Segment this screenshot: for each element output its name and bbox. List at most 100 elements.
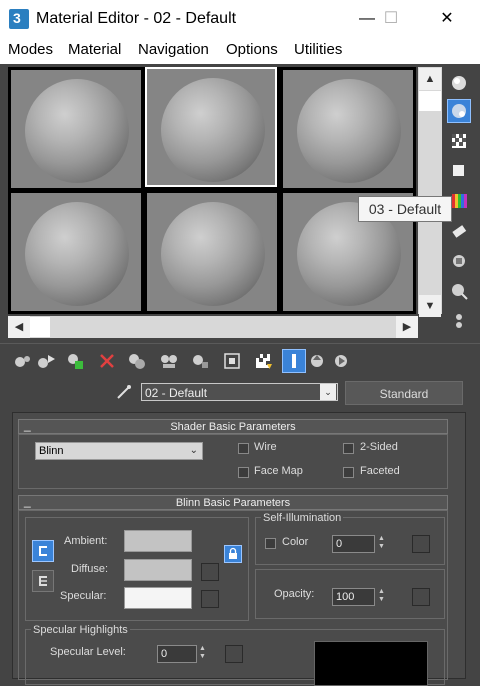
material-options-icon[interactable] — [448, 250, 470, 272]
scroll-thumb[interactable] — [419, 91, 441, 111]
diffuse-label: Diffuse: — [71, 563, 109, 575]
menu-bar: Modes Material Navigation Options Utilit… — [0, 38, 480, 64]
diffuse-color-swatch[interactable] — [124, 559, 192, 581]
sample-slot-4[interactable] — [10, 192, 142, 312]
assign-to-selection-icon[interactable] — [64, 350, 86, 372]
highlight-curve-graph — [314, 641, 428, 686]
opacity-value-field[interactable]: 100 — [332, 588, 375, 606]
put-to-library-icon[interactable] — [189, 350, 211, 372]
shader-basic-parameters-header[interactable]: _ Shader Basic Parameters — [18, 418, 448, 434]
sample-slot-3[interactable] — [282, 69, 414, 189]
maximize-button[interactable]: ☐ — [368, 6, 414, 32]
horizontal-scrollbar[interactable]: ◀ ▶ — [8, 316, 418, 338]
face-map-label: Face Map — [254, 465, 303, 477]
material-name-field[interactable]: 02 - Default — [141, 383, 338, 401]
face-map-checkbox[interactable] — [238, 467, 249, 478]
material-id-channel-icon[interactable] — [221, 350, 243, 372]
specular-highlights-title: Specular Highlights — [31, 624, 130, 636]
shader-dropdown[interactable]: Blinn ⌄ — [35, 442, 203, 460]
self-illum-map-button[interactable] — [412, 535, 430, 553]
wire-label: Wire — [254, 441, 277, 453]
two-sided-label: 2-Sided — [360, 441, 398, 453]
self-illum-spinner[interactable]: ▲ ▼ — [377, 535, 386, 553]
show-end-result-icon[interactable] — [282, 349, 306, 373]
material-sphere — [161, 78, 265, 182]
tooltip: 03 - Default — [358, 196, 452, 222]
self-illum-value-field[interactable]: 0 — [332, 535, 375, 553]
specular-level-label: Specular Level: — [50, 646, 126, 658]
faceted-label: Faceted — [360, 465, 400, 477]
specular-map-button[interactable] — [201, 590, 219, 608]
sample-slot-5[interactable] — [146, 192, 278, 312]
opacity-group: Opacity: 100 ▲ ▼ — [255, 569, 445, 619]
rollout-title: Shader Basic Parameters — [170, 421, 296, 433]
material-sphere — [25, 79, 129, 183]
material-map-navigator-icon[interactable] — [448, 310, 470, 332]
material-sphere — [297, 79, 401, 183]
ambient-color-swatch[interactable] — [124, 530, 192, 552]
go-forward-to-sibling-icon[interactable] — [330, 350, 352, 372]
color-label: Color — [282, 536, 309, 548]
specular-level-map-button[interactable] — [225, 645, 243, 663]
scroll-thumb-horizontal[interactable] — [30, 317, 50, 337]
reset-map-icon[interactable] — [96, 350, 118, 372]
ambient-label: Ambient: — [64, 535, 108, 547]
material-type-button[interactable]: Standard — [345, 381, 463, 405]
sample-slot-2[interactable] — [145, 67, 277, 187]
specular-color-swatch[interactable] — [124, 587, 192, 609]
copy-material-icon[interactable] — [126, 350, 148, 372]
put-to-scene-icon[interactable] — [35, 350, 57, 372]
scroll-down-arrow-icon[interactable]: ▼ — [419, 295, 441, 317]
wire-checkbox[interactable] — [238, 443, 249, 454]
make-unique-icon[interactable] — [158, 350, 180, 372]
lock-ambient-diffuse-icon[interactable] — [32, 540, 54, 562]
chevron-down-icon: ⌄ — [189, 445, 198, 456]
scroll-up-arrow-icon[interactable]: ▲ — [419, 68, 441, 90]
self-illum-color-checkbox[interactable] — [265, 538, 276, 549]
material-sphere — [161, 202, 265, 306]
show-map-in-viewport-icon[interactable] — [252, 350, 274, 372]
lock-diffuse-specular-icon[interactable] — [32, 570, 54, 592]
lock-icon[interactable] — [224, 545, 242, 563]
blinn-basic-parameters-rollout: Ambient: Diffuse: Specular: Self-Illumin… — [18, 510, 448, 686]
opacity-spinner[interactable]: ▲ ▼ — [377, 588, 386, 606]
self-illumination-group: Self-Illumination Color 0 ▲ ▼ — [255, 512, 445, 565]
title-bar: 3 Material Editor - 02 - Default — ☐ ✕ — [0, 0, 480, 38]
menu-material[interactable]: Material — [68, 41, 121, 58]
background-checker-icon[interactable] — [448, 130, 470, 152]
specular-level-spinner[interactable]: ▲ ▼ — [198, 645, 207, 663]
two-sided-checkbox[interactable] — [343, 443, 354, 454]
opacity-map-button[interactable] — [412, 588, 430, 606]
specular-level-field[interactable]: 0 — [157, 645, 197, 663]
scroll-left-arrow-icon[interactable]: ◀ — [8, 316, 30, 338]
scroll-right-arrow-icon[interactable]: ▶ — [396, 316, 418, 338]
shader-basic-parameters-rollout: Blinn ⌄ Wire 2-Sided Face Map Faceted — [18, 434, 448, 489]
sample-slots — [8, 67, 416, 314]
menu-utilities[interactable]: Utilities — [294, 41, 342, 58]
chevron-down-icon[interactable]: ⌄ — [320, 384, 336, 400]
backlight-icon[interactable] — [447, 99, 471, 123]
make-preview-icon[interactable] — [448, 220, 470, 242]
menu-options[interactable]: Options — [226, 41, 278, 58]
close-button[interactable]: ✕ — [424, 6, 470, 32]
window-title: Material Editor - 02 - Default — [36, 10, 237, 27]
diffuse-map-button[interactable] — [201, 563, 219, 581]
pick-material-eyedropper-icon[interactable] — [115, 383, 133, 401]
color-group: Ambient: Diffuse: Specular: — [25, 517, 249, 621]
select-by-material-icon[interactable] — [448, 280, 470, 302]
rollout-title: Blinn Basic Parameters — [175, 497, 291, 509]
uv-tiling-icon[interactable] — [448, 160, 470, 182]
specular-label: Specular: — [60, 590, 107, 602]
menu-modes[interactable]: Modes — [8, 41, 53, 58]
sample-slot-1[interactable] — [10, 69, 142, 189]
go-to-parent-icon[interactable] — [306, 350, 328, 372]
parameters-panel: _ Shader Basic Parameters Blinn ⌄ Wire 2… — [12, 412, 466, 686]
menu-navigation[interactable]: Navigation — [138, 41, 209, 58]
faceted-checkbox[interactable] — [343, 467, 354, 478]
get-material-icon[interactable] — [11, 350, 33, 372]
specular-highlights-group: Specular Highlights Specular Level: 0 ▲ ▼ — [25, 624, 445, 686]
vertical-scrollbar[interactable]: ▲ ▼ — [418, 67, 442, 317]
blinn-basic-parameters-header[interactable]: _ Blinn Basic Parameters — [18, 494, 448, 510]
sample-type-icon[interactable] — [448, 72, 470, 94]
shader-dropdown-value: Blinn — [39, 445, 64, 457]
